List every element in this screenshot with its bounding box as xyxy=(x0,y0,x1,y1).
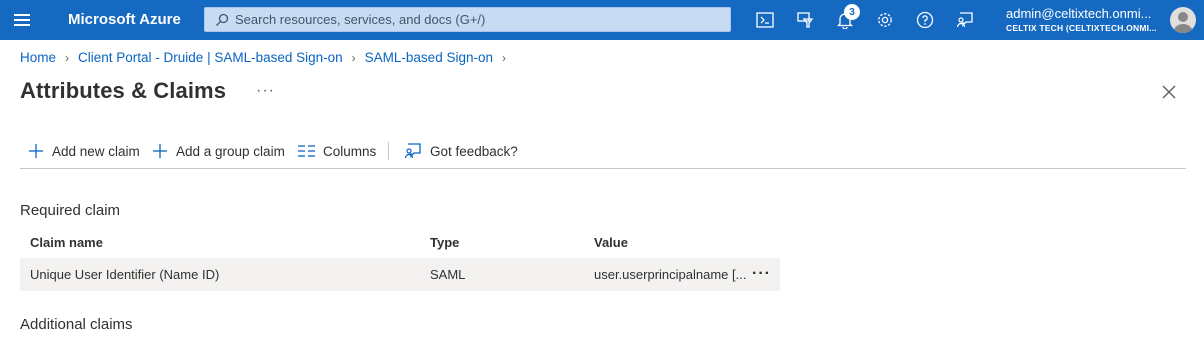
claim-value-cell: user.userprincipalname [... xyxy=(594,267,747,282)
feedback-icon xyxy=(404,143,421,159)
avatar[interactable] xyxy=(1170,7,1196,33)
feedback-button[interactable]: Got feedback? xyxy=(404,141,518,161)
menu-icon[interactable] xyxy=(14,11,34,29)
required-claim-heading: Required claim xyxy=(20,202,121,219)
command-bar: Add new claim Add a group claim Columns … xyxy=(20,136,1186,169)
feedback-icon[interactable] xyxy=(954,9,976,31)
column-header-type[interactable]: Type xyxy=(430,235,459,250)
breadcrumb-app[interactable]: Client Portal - Druide | SAML-based Sign… xyxy=(78,50,343,65)
required-claims-table: Claim name Type Value Unique User Identi… xyxy=(20,228,780,291)
column-header-value[interactable]: Value xyxy=(594,235,628,250)
add-group-claim-button[interactable]: Add a group claim xyxy=(152,141,285,161)
breadcrumb-saml[interactable]: SAML-based Sign-on xyxy=(365,50,493,65)
notification-badge: 3 xyxy=(844,4,860,20)
account-menu[interactable]: admin@celtixtech.onmi... CELTIX TECH (CE… xyxy=(1006,6,1166,33)
page-title: Attributes & Claims xyxy=(20,78,227,103)
directory-filter-icon[interactable] xyxy=(794,9,816,31)
table-header: Claim name Type Value xyxy=(20,228,780,258)
search-input[interactable] xyxy=(235,12,715,27)
column-header-claim-name[interactable]: Claim name xyxy=(30,235,103,250)
row-more-options-button[interactable]: ··· xyxy=(752,265,771,283)
help-icon[interactable] xyxy=(914,9,936,31)
command-divider xyxy=(388,142,389,160)
cloud-shell-icon[interactable] xyxy=(754,9,776,31)
add-group-claim-label: Add a group claim xyxy=(176,143,285,159)
additional-claims-heading: Additional claims xyxy=(20,316,133,333)
table-row[interactable]: Unique User Identifier (Name ID) SAML us… xyxy=(20,258,780,291)
more-options-button[interactable]: ··· xyxy=(256,82,275,100)
chevron-right-icon: › xyxy=(351,50,356,65)
claim-name-cell: Unique User Identifier (Name ID) xyxy=(30,267,220,282)
columns-label: Columns xyxy=(323,143,377,159)
feedback-label: Got feedback? xyxy=(430,143,518,159)
plus-icon xyxy=(153,144,167,158)
breadcrumb-home[interactable]: Home xyxy=(20,50,56,65)
add-new-claim-button[interactable]: Add new claim xyxy=(28,141,140,161)
columns-button[interactable]: Columns xyxy=(298,141,376,161)
breadcrumb: Home › Client Portal - Druide | SAML-bas… xyxy=(20,50,515,65)
claim-type-cell: SAML xyxy=(430,267,466,282)
account-email: admin@celtixtech.onmi... xyxy=(1006,6,1152,21)
close-icon[interactable] xyxy=(1160,83,1178,101)
account-tenant: CELTIX TECH (CELTIXTECH.ONMI... xyxy=(1006,23,1157,33)
gear-icon[interactable] xyxy=(874,9,896,31)
top-bar: Microsoft Azure 3 admin@celtixtech.onmi.… xyxy=(0,0,1204,40)
brand-title[interactable]: Microsoft Azure xyxy=(68,11,181,28)
plus-icon xyxy=(29,144,43,158)
chevron-right-icon: › xyxy=(501,50,506,65)
chevron-right-icon: › xyxy=(65,50,70,65)
columns-icon xyxy=(298,145,315,157)
search-icon xyxy=(216,13,229,26)
add-new-claim-label: Add new claim xyxy=(52,143,140,159)
search-box[interactable] xyxy=(204,7,731,32)
